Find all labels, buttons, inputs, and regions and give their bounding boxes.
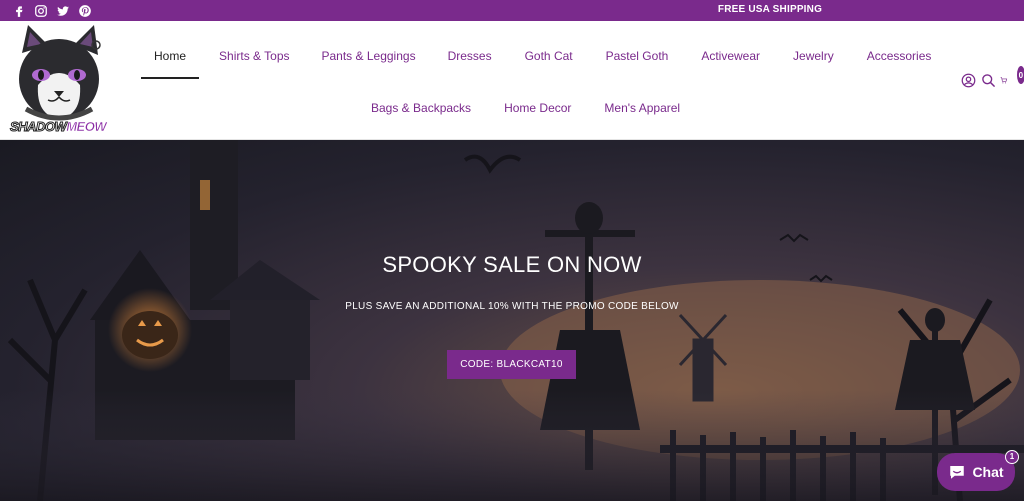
promo-code-button[interactable]: CODE: BLACKCAT10 — [447, 350, 576, 379]
facebook-icon[interactable] — [11, 3, 27, 18]
chat-button[interactable]: Chat 1 — [937, 450, 1019, 491]
hero-subtitle: PLUS SAVE AN ADDITIONAL 10% WITH THE PRO… — [345, 301, 679, 312]
hero-title: SPOOKY SALE ON NOW — [382, 252, 642, 277]
cart-count-badge: 0 — [1016, 66, 1024, 84]
main-nav-row-2: Bags & Backpacks Home Decor Men's Appare… — [356, 97, 680, 119]
nav-home[interactable]: Home — [140, 49, 200, 79]
chat-label: Chat — [972, 464, 1004, 480]
nav-home-decor[interactable]: Home Decor — [504, 101, 571, 115]
cart-icon[interactable]: 0 — [1000, 66, 1024, 89]
header-icons: 0 — [960, 66, 1024, 89]
twitter-icon[interactable] — [55, 3, 71, 18]
nav-shirts-tops[interactable]: Shirts & Tops — [219, 49, 289, 63]
shadow-meow-logo[interactable]: SHADOWMEOW — [8, 23, 110, 137]
announcement-bar: FREE USA SHIPPING — [0, 0, 1024, 21]
hero-banner: SPOOKY SALE ON NOW PLUS SAVE AN ADDITION… — [0, 140, 1024, 501]
nav-goth-cat[interactable]: Goth Cat — [525, 49, 573, 63]
account-icon[interactable] — [960, 71, 976, 89]
nav-pastel-goth[interactable]: Pastel Goth — [606, 49, 669, 63]
nav-jewelry[interactable]: Jewelry — [793, 49, 834, 63]
nav-pants-leggings[interactable]: Pants & Leggings — [322, 49, 416, 63]
free-shipping-text: FREE USA SHIPPING — [717, 4, 823, 15]
search-icon[interactable] — [980, 71, 996, 89]
nav-bags-backpacks[interactable]: Bags & Backpacks — [371, 101, 471, 115]
site-header: SHADOWMEOW Home Shirts & Tops Pants & Le… — [0, 21, 1024, 140]
logo-text-shadow: SHADOW — [9, 119, 67, 135]
social-links — [11, 3, 93, 18]
nav-accessories[interactable]: Accessories — [867, 49, 932, 63]
pinterest-icon[interactable] — [77, 3, 93, 18]
halloween-scene-image — [0, 140, 1024, 501]
instagram-icon[interactable] — [33, 3, 49, 18]
nav-dresses[interactable]: Dresses — [448, 49, 492, 63]
logo-text-meow: MEOW — [66, 119, 107, 135]
main-nav-row-1: Home Shirts & Tops Pants & Leggings Dres… — [140, 45, 932, 79]
nav-mens-apparel[interactable]: Men's Apparel — [604, 101, 680, 115]
chat-unread-badge: 1 — [1005, 450, 1019, 464]
chat-bubble-icon — [950, 466, 965, 479]
nav-activewear[interactable]: Activewear — [701, 49, 760, 63]
